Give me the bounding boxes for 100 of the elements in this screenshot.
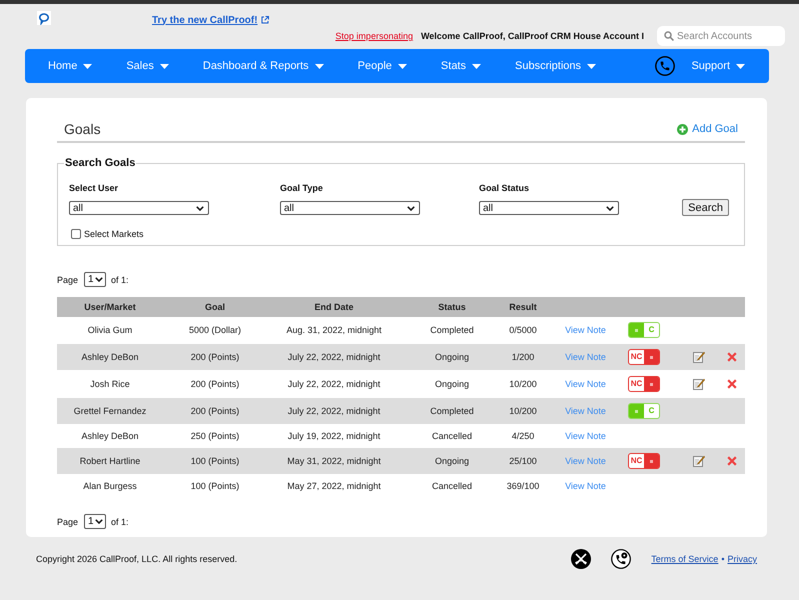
caret-icon xyxy=(83,64,92,68)
toggle-knob[interactable] xyxy=(644,454,659,468)
add-goal-link[interactable]: Add Goal xyxy=(677,123,738,135)
nav-menu-item[interactable]: Dashboard & Reports xyxy=(202,60,324,72)
toggle-knob[interactable] xyxy=(629,323,644,337)
phone-x-icon[interactable] xyxy=(571,549,592,569)
view-note-link[interactable]: View Note xyxy=(565,480,606,492)
filter-select[interactable]: all xyxy=(479,201,619,215)
table-cell-text: 200 (Points) xyxy=(190,405,240,417)
table-cell-text: Aug. 31, 2022, midnight xyxy=(285,324,383,336)
nav-menu-item[interactable]: People xyxy=(358,60,407,72)
table-cell-text: July 19, 2022, midnight xyxy=(286,430,382,442)
chevron-icon xyxy=(407,206,415,210)
pencil-icon[interactable] xyxy=(693,378,705,390)
table-cell-text: Ongoing xyxy=(434,378,470,390)
nav-menu-item[interactable]: Support xyxy=(691,60,745,72)
toggle-knob[interactable] xyxy=(629,404,644,418)
column-header: Result xyxy=(508,302,538,312)
nav-menu-item[interactable]: Subscriptions xyxy=(515,60,596,72)
table-cell-text: May 31, 2022, midnight xyxy=(286,455,382,467)
speech-bubble-icon[interactable] xyxy=(37,11,51,25)
toggle-knob[interactable] xyxy=(644,377,659,391)
table-cell-text: Josh Rice xyxy=(89,378,131,390)
caret-icon xyxy=(398,64,407,68)
separator-dot: • xyxy=(721,554,724,564)
caret-icon xyxy=(160,64,169,68)
table-cell-text: 0/5000 xyxy=(508,324,538,336)
search-button[interactable]: Search xyxy=(682,199,729,216)
phone-icon[interactable] xyxy=(655,56,676,76)
table-cell-text: 200 (Points) xyxy=(190,351,240,363)
filter-label: Goal Type xyxy=(280,182,324,194)
search-field[interactable]: Search Accounts xyxy=(657,26,785,46)
terms-link[interactable]: Terms of Service xyxy=(651,554,718,564)
table-cell-text: Ongoing xyxy=(434,351,470,363)
stop-impersonating-link[interactable]: Stop impersonating xyxy=(335,31,413,41)
welcome-text: Welcome CallProof, CallProof CRM House Account I xyxy=(420,31,644,41)
promo-link[interactable]: Try the new CallProof! xyxy=(152,10,269,26)
nav-menu-item[interactable]: Home xyxy=(48,60,92,72)
phone-badge-icon[interactable] xyxy=(611,549,632,569)
cross-icon[interactable] xyxy=(726,352,736,362)
filter-label: Select User xyxy=(69,182,120,194)
page-count: of 1: xyxy=(111,516,129,526)
chevron-icon xyxy=(95,277,104,282)
view-note-link[interactable]: View Note xyxy=(565,378,606,390)
page-select[interactable]: 1 xyxy=(84,514,106,529)
nav-menu-item[interactable]: Sales xyxy=(126,60,169,72)
table-cell-text: May 27, 2022, midnight xyxy=(286,480,382,492)
nav-menu-item[interactable]: Stats xyxy=(440,60,481,72)
view-note-link[interactable]: View Note xyxy=(565,430,606,442)
column-header: Status xyxy=(437,302,467,312)
pencil-icon[interactable] xyxy=(693,351,705,363)
column-header: End Date xyxy=(313,302,354,312)
table-cell-text: 10/200 xyxy=(508,378,538,390)
chevron-icon xyxy=(95,519,104,524)
cross-icon[interactable] xyxy=(726,379,736,389)
filter-select[interactable]: all xyxy=(280,201,420,215)
column-header: User/Market xyxy=(83,302,137,312)
view-note-link[interactable]: View Note xyxy=(565,455,606,467)
chevron-icon xyxy=(196,206,204,210)
search-icon xyxy=(664,31,674,41)
privacy-link[interactable]: Privacy xyxy=(727,554,757,564)
checkbox-label: Select Markets xyxy=(84,229,144,239)
cross-icon[interactable] xyxy=(726,456,736,466)
table-cell-text: 1/200 xyxy=(510,351,536,363)
copyright-text: Copyright 2026 CallProof, LLC. All rights reserved. xyxy=(36,554,238,564)
caret-icon xyxy=(587,64,596,68)
table-cell-text: 250 (Points) xyxy=(190,430,240,442)
filter-label: Goal Status xyxy=(479,182,530,194)
table-cell-text: Grettel Fernandez xyxy=(72,405,148,417)
table-cell-text: 100 (Points) xyxy=(190,455,240,467)
table-cell-text: Completed xyxy=(429,405,475,417)
toggle-switch[interactable]: NC xyxy=(628,453,660,469)
table-cell-text: Olivia Gum xyxy=(86,324,134,336)
caret-icon xyxy=(736,64,745,68)
pencil-icon[interactable] xyxy=(693,455,705,467)
toggle-switch[interactable]: NC xyxy=(628,349,660,365)
table-cell-text: 369/100 xyxy=(506,480,540,492)
table-cell-text: 200 (Points) xyxy=(190,378,240,390)
page-title: Goals xyxy=(64,121,101,137)
table-cell-text: July 22, 2022, midnight xyxy=(286,378,382,390)
toggle-switch[interactable]: C xyxy=(628,322,660,338)
checkbox[interactable] xyxy=(71,229,81,239)
chevron-icon xyxy=(606,206,614,210)
page-select[interactable]: 1 xyxy=(84,272,106,287)
view-note-link[interactable]: View Note xyxy=(565,405,606,417)
toggle-switch[interactable]: NC xyxy=(628,376,660,392)
view-note-link[interactable]: View Note xyxy=(565,351,606,363)
filter-select[interactable]: all xyxy=(69,201,209,215)
table-cell-text: Ashley DeBon xyxy=(80,351,140,363)
caret-icon xyxy=(314,64,324,68)
toggle-switch[interactable]: C xyxy=(628,403,660,419)
table-cell-text: July 22, 2022, midnight xyxy=(286,405,382,417)
toggle-knob[interactable] xyxy=(644,350,659,364)
external-link-icon xyxy=(260,16,269,24)
panel-title: Search Goals xyxy=(64,157,136,169)
plus-circle-icon xyxy=(677,124,688,134)
table-cell-text: 25/100 xyxy=(508,455,538,467)
view-note-link[interactable]: View Note xyxy=(565,324,606,336)
table-cell-text: 10/200 xyxy=(508,405,538,417)
page-label: Page xyxy=(57,516,78,526)
